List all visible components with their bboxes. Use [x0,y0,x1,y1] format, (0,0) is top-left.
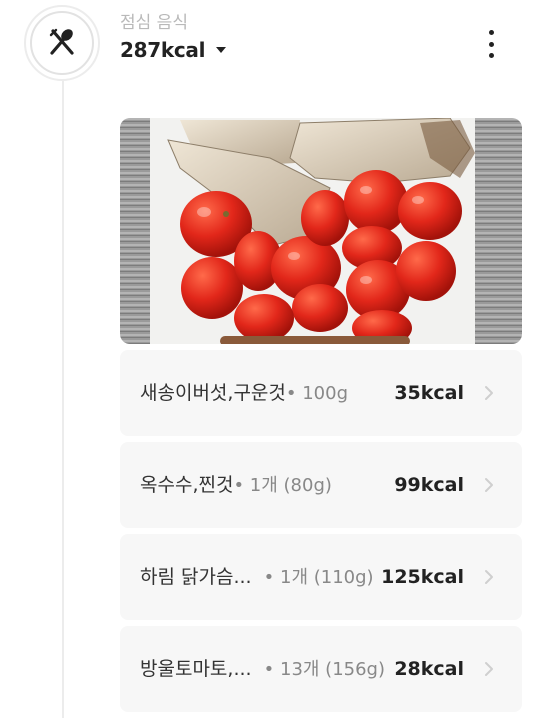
food-item-steamed-corn[interactable]: 옥수수,찐것• 1개 (80g) 99kcal [120,442,522,528]
food-name: 하림 닭가슴... [140,566,252,588]
meal-title: 점심 음식 [120,13,188,33]
food-name: 옥수수,찐것 [140,474,234,496]
chevron-right-icon [485,386,493,400]
meal-kcal-dropdown[interactable]: 287kcal [120,38,227,62]
chevron-right-icon [485,478,493,492]
food-amount: • 13개 (156g) [263,659,386,680]
timeline-line [62,78,64,718]
food-kcal: 125kcal [381,566,464,588]
caret-down-icon [216,47,227,53]
food-amount: • 1개 (80g) [233,475,332,496]
more-options-button[interactable] [478,26,504,62]
fork-spoon-icon [49,28,74,55]
meal-photo[interactable] [120,118,522,344]
food-item-king-oyster-mushroom[interactable]: 새송이버섯,구운것• 100g 35kcal [120,350,522,436]
food-item-cherry-tomato[interactable]: 방울토마토,... • 13개 (156g) 28kcal [120,626,522,712]
food-amount: • 1개 (110g) [263,567,374,588]
food-name: 새송이버섯,구운것 [140,382,286,404]
food-amount: • 100g [285,383,349,404]
chevron-right-icon [485,570,493,584]
chevron-right-icon [485,662,493,676]
meal-photo-image [120,118,522,344]
food-kcal: 35kcal [394,382,464,404]
meal-total-kcal: 287kcal [120,38,206,62]
meal-type-badge [24,5,100,81]
food-item-chicken-breast[interactable]: 하림 닭가슴... • 1개 (110g) 125kcal [120,534,522,620]
food-kcal: 99kcal [394,474,464,496]
food-name: 방울토마토,... [140,658,252,680]
food-kcal: 28kcal [394,658,464,680]
more-vertical-icon [488,30,494,35]
